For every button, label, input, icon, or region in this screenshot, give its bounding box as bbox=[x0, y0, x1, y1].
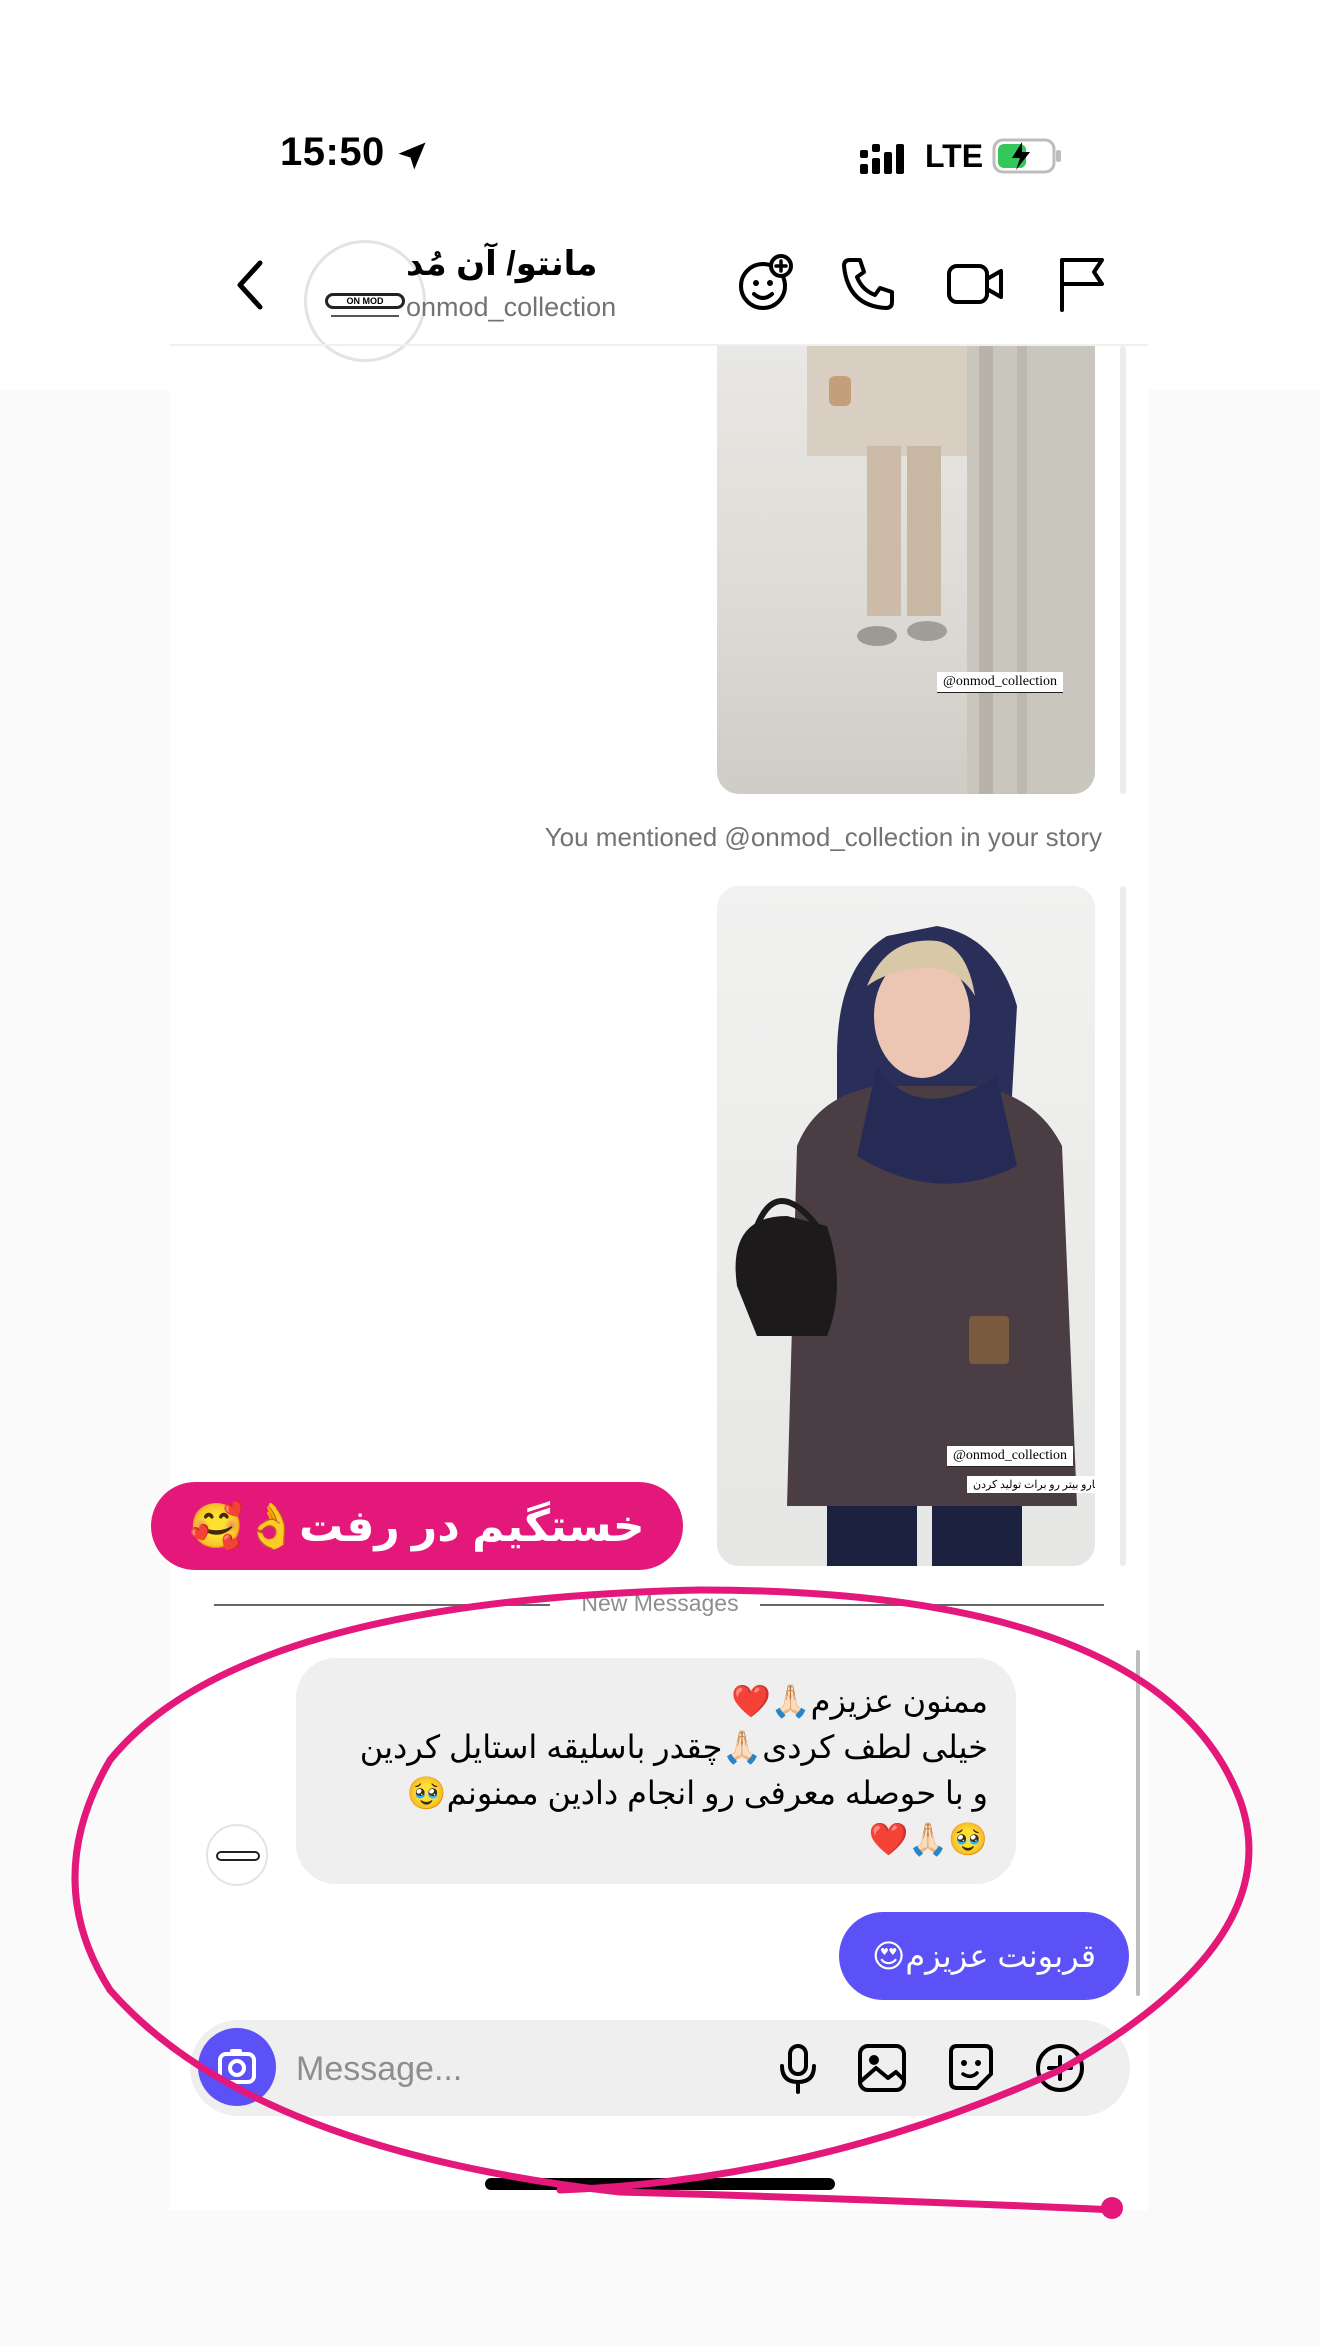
microphone-icon[interactable] bbox=[768, 2038, 828, 2098]
sticker-icon[interactable] bbox=[941, 2038, 1001, 2098]
message-line: خیلی لطف کردی🙏🏻چقدر باسلیقه استایل کردین bbox=[359, 1729, 988, 1765]
phone-icon[interactable] bbox=[836, 252, 900, 316]
message-line: و با حوصله معرفی رو انجام دادین ممنونم🥹 bbox=[406, 1775, 988, 1811]
network-type: LTE bbox=[925, 138, 984, 174]
plus-icon[interactable] bbox=[1030, 2038, 1090, 2098]
video-camera-icon[interactable] bbox=[943, 252, 1007, 316]
status-time: 15:50 bbox=[280, 130, 385, 174]
story-image-1 bbox=[807, 346, 1095, 794]
message-line: ممنون عزیزم🙏🏻❤️ bbox=[730, 1683, 988, 1719]
gallery-icon[interactable] bbox=[852, 2038, 912, 2098]
story-thumbnail[interactable]: @onmod_collection bbox=[717, 346, 1095, 794]
story-mention-tag: @onmod_collection bbox=[937, 672, 1063, 693]
sender-avatar[interactable] bbox=[206, 1824, 268, 1886]
story-caption: زیباترین کارهارو بیتر رو برات تولید کردن bbox=[967, 1476, 1095, 1493]
story-rail bbox=[1120, 346, 1126, 794]
battery-icon bbox=[992, 138, 1061, 174]
new-messages-line-right bbox=[744, 1604, 1104, 1606]
home-indicator[interactable] bbox=[485, 2178, 835, 2190]
flag-icon[interactable] bbox=[1050, 252, 1114, 316]
contact-handle[interactable]: onmod_collection bbox=[406, 292, 616, 323]
signal-icon bbox=[860, 144, 904, 174]
incoming-message-bubble[interactable]: ممنون عزیزم🙏🏻❤️ خیلی لطف کردی🙏🏻چقدر باسل… bbox=[296, 1658, 1016, 1884]
new-messages-divider: New Messages bbox=[560, 1590, 760, 1617]
mention-notice: You mentioned @onmod_collection in your … bbox=[544, 822, 1102, 852]
camera-icon bbox=[218, 2049, 256, 2084]
annotation-label: خستگیم در رفت👌🥰 bbox=[151, 1482, 683, 1570]
new-messages-line-left bbox=[214, 1604, 550, 1606]
outgoing-message-bubble[interactable]: قربونت عزیزم😍 bbox=[839, 1912, 1129, 2000]
avatar-logo: ON MOD bbox=[325, 293, 405, 309]
story-rail bbox=[1120, 886, 1126, 1566]
back-chevron-icon[interactable] bbox=[230, 255, 270, 315]
camera-button[interactable] bbox=[198, 2028, 276, 2106]
contact-name[interactable]: مانتو/ آن مُد bbox=[406, 244, 597, 284]
avatar-sticker-icon[interactable] bbox=[733, 252, 797, 316]
story-thumbnail[interactable]: @onmod_collection زیباترین کارهارو بیتر … bbox=[717, 886, 1095, 1566]
story-mention-tag: @onmod_collection bbox=[947, 1446, 1073, 1467]
avatar-logo-underline bbox=[331, 315, 399, 317]
location-arrow-icon bbox=[398, 142, 426, 170]
message-input[interactable] bbox=[294, 2036, 738, 2102]
scrollbar[interactable] bbox=[1136, 1650, 1140, 1996]
sender-avatar-logo bbox=[216, 1851, 260, 1861]
message-line: 🥹🙏🏻❤️ bbox=[868, 1821, 988, 1857]
